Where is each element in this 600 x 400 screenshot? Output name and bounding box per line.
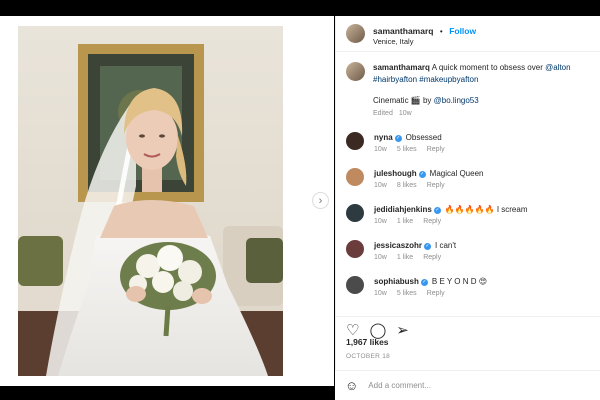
- comment-item: jedidiahjenkins ✓ 🔥🔥🔥🔥🔥 I scream 10w 1 like…: [346, 203, 591, 227]
- caption-hashtags[interactable]: #hairbyafton #makeupbyafton: [373, 74, 591, 86]
- comment-body: nyna ✓ Obsessed 10w 5 likes Reply: [374, 132, 455, 155]
- comment-meta: 10w 8 likes Reply: [374, 181, 483, 191]
- credit-prefix: Cinematic 🎬 by: [373, 96, 432, 106]
- comment-likes[interactable]: 5 likes: [397, 146, 417, 153]
- comment-meta: 10w 1 like Reply: [374, 217, 528, 227]
- comment-item: nyna ✓ Obsessed 10w 5 likes Reply: [346, 131, 591, 155]
- post-media: ›: [0, 16, 334, 386]
- comment-time[interactable]: 10w: [374, 182, 387, 189]
- post-date[interactable]: OCTOBER 18: [346, 353, 390, 360]
- comment-text: Magical Queen: [429, 168, 484, 178]
- comment-avatar[interactable]: [346, 275, 364, 294]
- likes-count[interactable]: 1,967 likes: [346, 337, 389, 347]
- edited-label: Edited: [373, 109, 393, 117]
- caption-mention[interactable]: @alton: [545, 63, 570, 72]
- comment-avatar[interactable]: [346, 239, 364, 258]
- comment-text: I can't: [435, 240, 457, 250]
- author-avatar[interactable]: [346, 24, 365, 43]
- comment-item: sophiabush ✓ B E Y O N D 😍 10w 5 likes Reply: [346, 275, 591, 299]
- comment-likes[interactable]: 5 likes: [397, 290, 417, 297]
- chevron-right-icon: ›: [318, 194, 323, 207]
- comment-text: 🔥🔥🔥🔥🔥 I scream: [444, 204, 528, 214]
- comment-avatar[interactable]: [346, 203, 364, 222]
- comment-time[interactable]: 10w: [374, 218, 387, 225]
- reply-button[interactable]: Reply: [423, 254, 441, 261]
- reply-button[interactable]: Reply: [427, 182, 445, 189]
- comment-item: juleshough ✓ Magical Queen 10w 8 likes Reply: [346, 167, 591, 191]
- comment-avatar[interactable]: [346, 131, 364, 150]
- separator-dot: •: [439, 26, 443, 36]
- comment-time[interactable]: 10w: [374, 254, 387, 261]
- comment-body: jessicaszohr ✓ I can't 10w 1 like Reply: [374, 240, 456, 263]
- comment-body: jedidiahjenkins ✓ 🔥🔥🔥🔥🔥 I scream 10w 1 like…: [374, 204, 528, 227]
- caption-text: A quick moment to obsess over: [431, 63, 543, 72]
- comment-meta: 10w 5 likes Reply: [374, 145, 455, 155]
- credit-mention[interactable]: @bo.lingo53: [434, 96, 479, 105]
- add-comment-input[interactable]: Add a comment...: [368, 381, 431, 390]
- follow-button[interactable]: Follow: [449, 26, 476, 36]
- reply-button[interactable]: Reply: [423, 218, 441, 225]
- verified-badge-icon: ✓: [424, 242, 432, 250]
- comment-body: juleshough ✓ Magical Queen 10w 8 likes Reply: [374, 168, 483, 191]
- comment-item: jessicaszohr ✓ I can't 10w 1 like Reply: [346, 239, 591, 263]
- post-header: samanthamarq • Follow Venice, Italy: [336, 16, 600, 52]
- top-backdrop: [0, 0, 334, 16]
- comment-time[interactable]: 10w: [374, 146, 387, 153]
- comment-time[interactable]: 10w: [374, 290, 387, 297]
- add-comment-bar: ☺ Add a comment...: [335, 370, 600, 400]
- comment-username[interactable]: juleshough: [374, 169, 417, 178]
- caption-time[interactable]: 10w: [399, 110, 412, 117]
- share-icon[interactable]: ➢: [396, 323, 409, 346]
- comment-body: sophiabush ✓ B E Y O N D 😍 10w 5 likes Reply: [374, 276, 487, 299]
- comment-avatar[interactable]: [346, 167, 364, 186]
- comment-text: B E Y O N D 😍: [431, 276, 488, 286]
- caption-credit: Cinematic 🎬 by @bo.lingo53: [373, 95, 591, 107]
- comment-meta: 10w 5 likes Reply: [374, 289, 487, 299]
- next-media-button[interactable]: ›: [312, 192, 329, 209]
- author-username[interactable]: samanthamarq: [373, 26, 433, 36]
- caption-body: samanthamarq A quick moment to obsess ov…: [373, 62, 591, 119]
- comments-list: samanthamarq A quick moment to obsess ov…: [336, 52, 600, 316]
- caption-avatar[interactable]: [346, 62, 365, 81]
- comment-username[interactable]: sophiabush: [374, 277, 419, 286]
- reply-button[interactable]: Reply: [427, 290, 445, 297]
- post-sidebar: samanthamarq • Follow Venice, Italy sama…: [335, 16, 600, 386]
- post-location[interactable]: Venice, Italy: [373, 37, 476, 46]
- comment-meta: 10w 1 like Reply: [374, 253, 456, 263]
- comment-likes[interactable]: 8 likes: [397, 182, 417, 189]
- verified-badge-icon: ✓: [394, 134, 402, 142]
- comment-text: Obsessed: [405, 132, 442, 142]
- comment-username[interactable]: nyna: [374, 133, 393, 142]
- post-photo[interactable]: [18, 26, 283, 376]
- post-caption: samanthamarq A quick moment to obsess ov…: [346, 62, 591, 119]
- reply-button[interactable]: Reply: [427, 146, 445, 153]
- comment-username[interactable]: jedidiahjenkins: [374, 205, 432, 214]
- caption-meta: Edited 10w: [373, 109, 591, 119]
- comment-likes[interactable]: 1 like: [397, 218, 413, 225]
- author-info: samanthamarq • Follow Venice, Italy: [373, 21, 476, 47]
- verified-badge-icon: ✓: [420, 278, 428, 286]
- verified-badge-icon: ✓: [418, 170, 426, 178]
- bride-photo: [18, 26, 283, 376]
- comment-username[interactable]: jessicaszohr: [374, 241, 422, 250]
- emoji-icon[interactable]: ☺: [345, 378, 358, 393]
- comment-likes[interactable]: 1 like: [397, 254, 413, 261]
- post-modal: › samanthamarq • Follow Venice, Italy sa…: [0, 16, 600, 386]
- caption-username[interactable]: samanthamarq: [373, 63, 430, 72]
- verified-badge-icon: ✓: [433, 206, 441, 214]
